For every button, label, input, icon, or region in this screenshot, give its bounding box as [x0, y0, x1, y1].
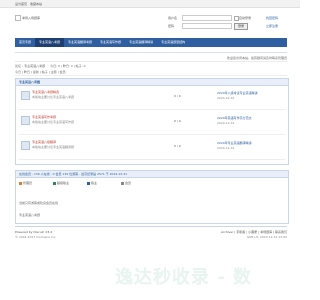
- username-input[interactable]: [182, 15, 232, 21]
- breadcrumb: 论坛 › 专业英语八考题 今日: 0 | 昨日: 0 | 帖子: 0: [15, 64, 287, 68]
- login-form: 用户名 自动登录 找回密码 密码 登录 立即注册: [168, 13, 286, 35]
- legend-swatch: [121, 181, 124, 185]
- login-button[interactable]: 登录: [234, 23, 248, 30]
- legend-label: 超级版主: [57, 181, 70, 185]
- password-input[interactable]: [182, 23, 232, 29]
- watermark-text: 逸达秒收录 - 数: [115, 267, 253, 288]
- online-note: 当前只有游客或隐身会员在线: [19, 201, 59, 205]
- add-favorite-link[interactable]: 收藏本站: [30, 2, 42, 6]
- forum-desc: 本版块主要讨论专业英语八考题: [32, 95, 75, 99]
- legend-label: 管理员: [23, 181, 33, 185]
- find-password-link[interactable]: 找回密码: [266, 16, 278, 20]
- nav-item-2[interactable]: 专业英语翻译考题: [64, 38, 96, 47]
- sub-nav-bar: [15, 47, 287, 53]
- footer: Powered by Discuz! X3.4 © 2001-2017 Coms…: [15, 226, 287, 241]
- set-homepage-link[interactable]: 设为首页: [15, 2, 27, 6]
- forum-row: 专业英语写作考题 本版块主要讨论专业英语写作题 0 / 0 2024年英语写作高分范文…: [19, 112, 285, 135]
- legend-item: 超级版主: [53, 181, 69, 185]
- last-post-time: 2024-12-31: [217, 121, 235, 125]
- logo-text: 考场入场题库: [22, 16, 41, 20]
- legend-item: 版主: [87, 181, 97, 185]
- forum-counts: 0 / 0: [174, 144, 181, 148]
- footer-links[interactable]: Archiver | 手机版 | 小黑屋 | 考场题库 | 联系我们: [221, 230, 287, 234]
- forum-counts: 0 / 0: [174, 119, 181, 123]
- notice-text: 欢迎您访问本站，如有疑问请及时联系管理员: [226, 56, 287, 60]
- nav-item-5[interactable]: 专业英语题型结构: [157, 38, 189, 47]
- auto-login-label: 自动登录: [239, 16, 252, 20]
- forum-row: 专业英语八考题精选 本版块主要讨论专业英语八考题 0 / 0 2024年八级考试专业英…: [19, 87, 285, 110]
- forum-stats: 今日: 0 | 昨日: 0 | 帖子: 0: [50, 64, 86, 68]
- legend-swatch: [19, 181, 22, 185]
- forum-icon: [21, 141, 30, 150]
- forum-panel-title[interactable]: 专业英语八考题: [16, 79, 288, 86]
- notice-bar: 欢迎您访问本站，如有疑问请及时联系管理员: [15, 55, 287, 62]
- nav-item-3[interactable]: 专业英语写作题: [96, 38, 125, 47]
- forum-row: 专业英语八级翻译 本版块主要讨论专业英语翻译题 0 / 0 2024年专业英语翻译精讲…: [19, 137, 285, 160]
- last-post-link[interactable]: 2024年专业英语翻译精讲: [217, 141, 285, 145]
- legend-label: 版主: [91, 181, 98, 185]
- forum-panel: 专业英语八考题 专业英语八考题精选 本版块主要讨论专业英语八考题 0 / 0 2024…: [15, 78, 289, 165]
- username-label: 用户名: [168, 16, 178, 20]
- password-label: 密码: [168, 24, 175, 28]
- forum-icon: [21, 91, 30, 100]
- forum-counts: 0 / 0: [174, 94, 181, 98]
- copyright: © 2001-2017 Comsenz Inc.: [15, 235, 57, 239]
- last-post-link[interactable]: 2024年八级考试专业英语精讲: [217, 91, 285, 95]
- nav-item-1[interactable]: 专业英语八考题: [35, 38, 65, 47]
- legend-swatch: [53, 181, 56, 185]
- forum-icon: [21, 116, 30, 125]
- forum-desc: 本版块主要讨论专业英语翻译题: [32, 145, 75, 149]
- main-nav: 首页专题 专业英语八考题 专业英语翻译考题 专业英语写作题 专业英语翻译精讲 专业英语题型…: [15, 38, 287, 47]
- last-post-time: 2024-12-31: [217, 96, 235, 100]
- forum-title[interactable]: 专业英语写作考题: [32, 115, 56, 119]
- footer-time: GMT+8, 2024-12-31 12:00: [246, 235, 287, 239]
- top-bar: 设为首页 收藏本站: [0, 0, 300, 8]
- nav-item-4[interactable]: 专业英语翻译精讲: [125, 38, 157, 47]
- legend-swatch: [87, 181, 90, 185]
- quick-links[interactable]: 今日 | 昨日 | 最新 | 帖子 | 主题 | 会员: [15, 70, 66, 74]
- legend-label: 会员: [125, 181, 132, 185]
- last-post-time: 2024-12-31: [217, 146, 235, 150]
- register-link[interactable]: 立即注册: [266, 24, 278, 28]
- forum-desc: 本版块主要讨论专业英语写作题: [32, 120, 75, 124]
- online-forum-name: 专业英语八考题: [19, 213, 41, 217]
- powered-by[interactable]: Powered by Discuz! X3.4: [15, 230, 52, 234]
- forum-title[interactable]: 专业英语八考题精选: [32, 90, 59, 94]
- member-legend: 管理员 超级版主 版主 会员: [19, 181, 283, 197]
- last-post-link[interactable]: 2024年英语写作高分范文: [217, 116, 285, 120]
- nav-item-0[interactable]: 首页专题: [15, 38, 35, 47]
- legend-item: 会员: [121, 181, 131, 185]
- logo-icon: [15, 15, 21, 21]
- site-logo[interactable]: 考场入场题库: [15, 14, 55, 22]
- breadcrumb-path[interactable]: 论坛 › 专业英语八考题: [15, 64, 45, 68]
- online-stats-title: 在线会员 - 139 人在线 - 0 会员 139 位游客 - 最高纪录是 25…: [16, 171, 288, 178]
- forum-title[interactable]: 专业英语八级翻译: [32, 140, 56, 144]
- quick-links-bar: 今日 | 昨日 | 最新 | 帖子 | 主题 | 会员: [15, 70, 287, 76]
- online-stats-panel: 在线会员 - 139 人在线 - 0 会员 139 位游客 - 最高纪录是 25…: [15, 170, 289, 224]
- legend-item: 管理员: [19, 181, 32, 185]
